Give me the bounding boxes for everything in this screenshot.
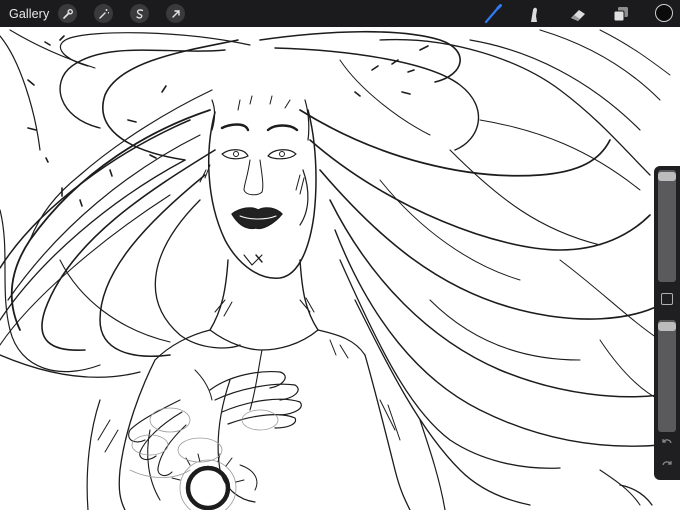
selection-button[interactable]	[130, 4, 149, 23]
opacity-thumb[interactable]	[658, 322, 676, 331]
color-picker-swatch[interactable]	[655, 4, 673, 22]
modify-button[interactable]	[661, 293, 673, 305]
smudge-tool-button[interactable]	[524, 3, 546, 25]
opacity-slider[interactable]	[658, 320, 676, 432]
layers-icon	[613, 7, 628, 22]
brush-sidebar	[654, 166, 680, 480]
adjustments-button[interactable]	[94, 4, 113, 23]
transform-arrow-icon	[171, 9, 180, 18]
eraser-icon	[571, 10, 585, 21]
sketch-artwork	[0, 29, 671, 515]
top-toolbar: Gallery	[0, 0, 680, 27]
brush-size-slider[interactable]	[658, 170, 676, 282]
brush-tool-button[interactable]	[482, 3, 504, 25]
drawing-canvas[interactable]	[0, 27, 680, 515]
brush-size-thumb[interactable]	[658, 172, 676, 181]
redo-icon[interactable]	[660, 458, 674, 472]
transform-button[interactable]	[166, 4, 185, 23]
magic-wand-icon	[98, 8, 109, 19]
smudge-icon	[531, 7, 537, 22]
actions-button[interactable]	[58, 4, 77, 23]
selection-icon	[135, 8, 143, 19]
undo-icon[interactable]	[660, 436, 674, 450]
brush-icon	[484, 4, 502, 24]
layers-button[interactable]	[610, 3, 632, 25]
gallery-button[interactable]: Gallery	[9, 7, 49, 21]
wrench-icon	[62, 8, 73, 19]
eraser-tool-button[interactable]	[567, 3, 589, 25]
